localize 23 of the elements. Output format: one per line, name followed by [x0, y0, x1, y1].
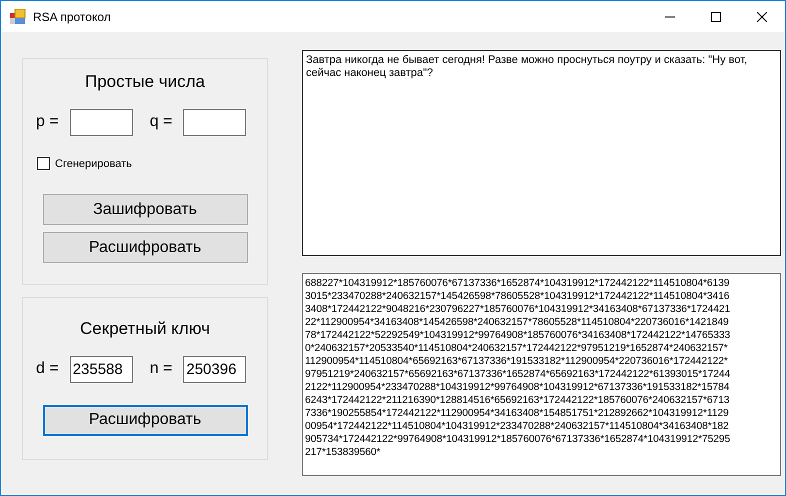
- field-label: p =: [36, 112, 59, 132]
- close-icon: [757, 12, 767, 22]
- checkbox[interactable]: [37, 157, 50, 170]
- maximize-icon: [711, 12, 721, 22]
- input-field[interactable]: 235588: [70, 356, 133, 382]
- field-label: q =: [150, 113, 172, 130]
- action-button[interactable]: Расшифровать: [42, 232, 248, 263]
- input-field[interactable]: [70, 108, 133, 136]
- group-title: Секретный ключ: [80, 318, 210, 340]
- plaintext-area[interactable]: Завтра никогда не бывает сегодня! Разве можно проснуться поутру и сказать: "Ну вот, сейчас наконец завтра"?: [302, 50, 781, 256]
- input-field[interactable]: [183, 108, 246, 136]
- plaintext: Завтра никогда не бывает сегодня! Разве можно проснуться поутру и сказать: "Ну вот, сейчас наконец завтра"?: [306, 54, 748, 80]
- action-button[interactable]: Расшифровать: [42, 404, 248, 436]
- field-label: d =: [36, 359, 59, 379]
- ciphertext: 688227*104319912*185760076*67137336*1652874*104319912*172442122*114510804*6139 3015*233470288*240632157*145426598*78605528*104319912*172442122*114510804*3416 3408*172442122*9048216*230796227*185760076*104319912*34163408*67137336*1724421 22*112900954*34163408*145426598*240632157*78605528*114510804*220736016*1421849 78*172442122*52292549*104319912*99764908*185760076*34163408*172442122*14765333 0*240632157*20533540*114510804*240632157*172442122*97951219*1652874*240632157* 112900954*114510804*65692163*67137336*191533182*112900954*220736016*172442122* 97951219*240632157*65692163*67137336*1652874*65692163*172442122*61393015*17244 2122*112900954*233470288*104319912*99764908*104319912*67137336*191533182*15784 6243*172442122*211216390*128814516*65692163*172442122*185760076*240632157*6713 7336*190255854*172442122*112900954*34163408*154851751*212892662*104319912*1129 00954*172442122*114510804*104319912*233470288*240632157*114510804*34163408*182 905734*172442122*99764908*104319912*185760076*67137336*1652874*104319912*75295 217*153839560*: [305, 277, 732, 459]
- checkbox-label: Сгенерировать: [55, 156, 132, 172]
- ciphertext-area[interactable]: [302, 273, 781, 476]
- app-icon: [10, 8, 26, 24]
- action-button[interactable]: Зашифровать: [42, 194, 248, 225]
- window-title: RSA протокол: [33, 8, 111, 26]
- input-field[interactable]: 250396: [183, 356, 246, 382]
- group-title: Простые числа: [84, 71, 206, 93]
- field-label: n =: [150, 360, 172, 377]
